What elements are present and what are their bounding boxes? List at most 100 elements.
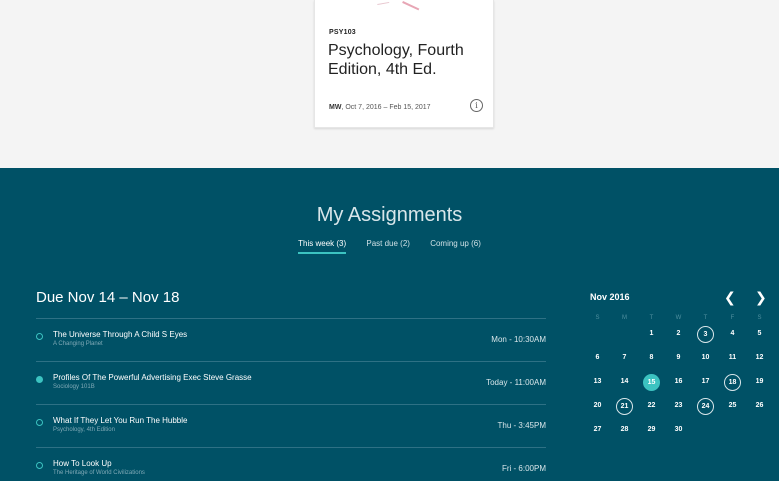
course-days: MW <box>329 104 342 111</box>
calendar-day[interactable]: 18 <box>719 373 746 391</box>
calendar-day-number: 6 <box>595 353 600 361</box>
calendar-day-number: 13 <box>593 377 602 385</box>
calendar-day-number: 2 <box>676 329 681 337</box>
calendar-day-number: 27 <box>593 425 602 433</box>
assignment-name[interactable]: How To Look Up <box>53 459 112 468</box>
course-card[interactable]: PSY103 Psychology, Fourth Edition, 4th E… <box>314 0 494 128</box>
calendar-day[interactable]: 7 <box>611 350 638 367</box>
tab-past-due[interactable]: Past due (2) <box>366 239 410 254</box>
calendar-day-number: 18 <box>724 373 741 391</box>
status-dot-icon <box>36 419 43 426</box>
assignment-name[interactable]: Profiles Of The Powerful Advertising Exe… <box>53 373 252 382</box>
assignment-item[interactable]: Profiles Of The Powerful Advertising Exe… <box>36 361 546 404</box>
calendar-day-number: 28 <box>620 425 629 433</box>
assignment-tabs: This week (3) Past due (2) Coming up (6) <box>0 239 779 254</box>
info-icon[interactable]: i <box>470 99 483 112</box>
calendar-day[interactable]: 24 <box>692 397 719 415</box>
calendar-day-number: 12 <box>755 353 764 361</box>
calendar-day-number <box>751 422 768 439</box>
calendar-week: 20 21 22 23 24 25 26 <box>584 395 773 417</box>
calendar-day[interactable]: 30 <box>665 422 692 439</box>
assignment-list: The Universe Through A Child S Eyes A Ch… <box>36 318 546 481</box>
calendar-empty-cell <box>746 422 773 439</box>
cover-decoration <box>402 0 422 11</box>
weekday-label: W <box>675 315 682 321</box>
calendar-day-number <box>697 422 714 439</box>
course-title: Psychology, Fourth Edition, 4th Ed. <box>328 42 464 78</box>
chevron-right-icon[interactable]: ❯ <box>755 289 767 306</box>
assignment-name[interactable]: What If They Let You Run The Hubble <box>53 416 187 425</box>
assignment-due-time: Today - 11:00AM <box>486 378 546 387</box>
calendar-day-number: 20 <box>593 401 602 409</box>
calendar-day[interactable]: 28 <box>611 422 638 439</box>
course-code: PSY103 <box>329 29 356 36</box>
weekday-label: S <box>595 315 600 321</box>
calendar-day-number: 8 <box>649 353 654 361</box>
calendar-day[interactable]: 11 <box>719 350 746 367</box>
calendar-day-number <box>616 326 633 343</box>
tab-coming-up[interactable]: Coming up (6) <box>430 239 481 254</box>
calendar-day[interactable]: 8 <box>638 350 665 367</box>
calendar-day-number: 7 <box>622 353 627 361</box>
assignment-name[interactable]: The Universe Through A Child S Eyes <box>53 330 187 339</box>
course-card-image <box>315 0 493 14</box>
cover-decoration <box>376 0 390 6</box>
calendar-empty-cell <box>692 422 719 439</box>
calendar-day[interactable]: 1 <box>638 326 665 343</box>
calendar-day[interactable]: 4 <box>719 326 746 343</box>
assignment-item[interactable]: How To Look Up The Heritage of World Civ… <box>36 447 546 481</box>
calendar-empty-cell <box>611 326 638 343</box>
calendar-day-number: 11 <box>728 353 737 361</box>
calendar-day-number: 22 <box>647 401 656 409</box>
calendar-day-number: 25 <box>728 401 737 409</box>
calendar-day[interactable]: 14 <box>611 374 638 391</box>
calendar-day[interactable]: 25 <box>719 398 746 415</box>
assignment-course: The Heritage of World Civilizations <box>53 470 145 476</box>
calendar-day[interactable]: 3 <box>692 325 719 343</box>
calendar-day[interactable]: 29 <box>638 422 665 439</box>
calendar-day[interactable]: 2 <box>665 326 692 343</box>
calendar-day[interactable]: 22 <box>638 398 665 415</box>
calendar-day-number: 9 <box>676 353 681 361</box>
calendar-day-number: 23 <box>674 401 683 409</box>
calendar-day[interactable]: 10 <box>692 350 719 367</box>
calendar-day[interactable]: 6 <box>584 350 611 367</box>
calendar-day-number <box>724 422 741 439</box>
calendar-grid: S M T W T F S 1 2 3 4 5 6 7 8 9 10 11 12 13 14 15 16 17 1… <box>584 315 773 441</box>
calendar-week: 27 28 29 30 <box>584 419 773 441</box>
calendar-day[interactable]: 12 <box>746 350 773 367</box>
calendar-day[interactable]: 26 <box>746 398 773 415</box>
calendar-month: Nov 2016 <box>590 292 630 302</box>
course-date-range: , Oct 7, 2016 – Feb 15, 2017 <box>341 104 431 111</box>
calendar-day-number: 5 <box>757 329 762 337</box>
calendar-day[interactable]: 27 <box>584 422 611 439</box>
calendar-week: 6 7 8 9 10 11 12 <box>584 347 773 369</box>
assignment-item[interactable]: What If They Let You Run The Hubble Psyc… <box>36 404 546 447</box>
weekday-header: S M T W T F S <box>584 315 773 321</box>
calendar-day[interactable]: 23 <box>665 398 692 415</box>
status-dot-icon <box>36 333 43 340</box>
calendar-day[interactable]: 5 <box>746 326 773 343</box>
calendar-day[interactable]: 19 <box>746 374 773 391</box>
calendar-day-number <box>589 326 606 343</box>
chevron-left-icon[interactable]: ❮ <box>724 289 736 306</box>
assignment-due-time: Fri - 6:00PM <box>501 464 546 473</box>
calendar-day-number: 16 <box>674 377 683 385</box>
calendar-day[interactable]: 15 <box>638 373 665 391</box>
status-dot-icon <box>36 462 43 469</box>
calendar-day[interactable]: 13 <box>584 374 611 391</box>
assignments-panel: My Assignments This week (3) Past due (2… <box>0 168 779 481</box>
calendar-day-number: 19 <box>755 377 764 385</box>
assignment-item[interactable]: The Universe Through A Child S Eyes A Ch… <box>36 318 546 361</box>
calendar-day[interactable]: 21 <box>611 397 638 415</box>
tab-this-week[interactable]: This week (3) <box>298 239 347 254</box>
calendar-empty-cell <box>584 326 611 343</box>
calendar-day-number: 17 <box>701 377 710 385</box>
calendar-day[interactable]: 17 <box>692 374 719 391</box>
assignment-course: Sociology 101B <box>53 384 95 390</box>
calendar-day-number: 26 <box>755 401 764 409</box>
calendar-day[interactable]: 16 <box>665 374 692 391</box>
calendar-day[interactable]: 9 <box>665 350 692 367</box>
weekday-label: F <box>730 315 735 321</box>
calendar-day[interactable]: 20 <box>584 398 611 415</box>
